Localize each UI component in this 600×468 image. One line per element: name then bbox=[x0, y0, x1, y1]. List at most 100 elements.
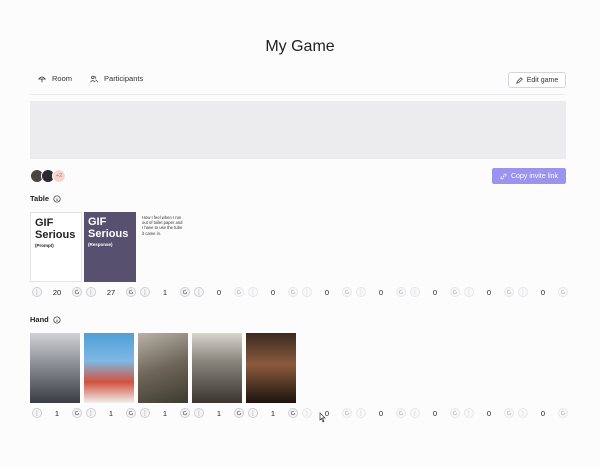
hand-slot-row: ⋮ 1 ⋮ 1 ⋮ 1 ⋮ 1 ⋮ 1 ⋮ 0 ⋮ 0 ⋮ 0 ⋮ 0 ⋮ 0 bbox=[30, 407, 570, 419]
mouse-cursor-icon bbox=[319, 412, 326, 423]
edit-game-button[interactable]: Edit game bbox=[508, 72, 566, 88]
edit-game-label: Edit game bbox=[526, 76, 559, 84]
vote-count: 0 bbox=[270, 287, 276, 297]
copy-invite-link-label: Copy invite link bbox=[510, 172, 559, 180]
refresh-icon[interactable] bbox=[233, 408, 244, 418]
more-menu-button[interactable]: ⋮ bbox=[248, 287, 258, 297]
card-count: 0 bbox=[540, 408, 546, 418]
more-menu-button[interactable]: ⋮ bbox=[140, 287, 150, 297]
card-count: 0 bbox=[432, 408, 438, 418]
hand-slot: ⋮ 0 bbox=[354, 407, 408, 419]
refresh-icon[interactable] bbox=[557, 408, 568, 418]
page-title: My Game bbox=[265, 38, 335, 55]
hand-label: Hand bbox=[30, 315, 49, 324]
refresh-icon[interactable] bbox=[449, 408, 460, 418]
table-slot: ⋮ 0 bbox=[192, 286, 246, 298]
hand-gif-card[interactable] bbox=[138, 333, 188, 403]
refresh-icon[interactable] bbox=[557, 287, 568, 297]
refresh-icon[interactable] bbox=[287, 408, 298, 418]
card-count: 1 bbox=[108, 408, 114, 418]
tab-room-label: Room bbox=[52, 74, 73, 83]
more-menu-button[interactable]: ⋮ bbox=[464, 287, 474, 297]
game-banner bbox=[30, 101, 566, 159]
more-menu-button[interactable]: ⋮ bbox=[356, 287, 366, 297]
hand-gif-card[interactable] bbox=[192, 333, 242, 403]
table-slot: ⋮ 0 bbox=[354, 286, 408, 298]
vote-count: 0 bbox=[216, 287, 222, 297]
pencil-icon bbox=[515, 76, 523, 84]
table-slot: ⋮ 0 bbox=[300, 286, 354, 298]
prompt-card[interactable]: GIF Serious (Prompt) bbox=[30, 212, 82, 282]
copy-invite-link-button[interactable]: Copy invite link bbox=[492, 168, 566, 184]
refresh-icon[interactable] bbox=[449, 287, 460, 297]
tab-participants[interactable]: Participants bbox=[90, 74, 143, 83]
participant-avatars[interactable]: +2 bbox=[30, 169, 66, 183]
refresh-icon[interactable] bbox=[179, 408, 190, 418]
hand-slot: ⋮ 1 bbox=[84, 407, 138, 419]
hand-slot: ⋮ 1 bbox=[138, 407, 192, 419]
refresh-icon[interactable] bbox=[179, 287, 190, 297]
hand-slot: ⋮ 1 bbox=[192, 407, 246, 419]
hand-slot: ⋮ 1 bbox=[30, 407, 84, 419]
refresh-icon[interactable] bbox=[287, 287, 298, 297]
more-menu-button[interactable]: ⋮ bbox=[410, 408, 420, 418]
more-menu-button[interactable]: ⋮ bbox=[302, 287, 312, 297]
text-card[interactable]: How I feel when I run out of toilet pape… bbox=[138, 212, 188, 252]
refresh-icon[interactable] bbox=[395, 408, 406, 418]
refresh-icon[interactable] bbox=[72, 287, 82, 297]
avatar-overflow-count: +2 bbox=[52, 169, 66, 183]
prompt-card-title: GIF Serious bbox=[35, 217, 76, 241]
more-menu-button[interactable]: ⋮ bbox=[410, 287, 420, 297]
more-menu-button[interactable]: ⋮ bbox=[518, 287, 528, 297]
tab-room[interactable]: Room bbox=[38, 74, 72, 83]
more-menu-button[interactable]: ⋮ bbox=[302, 408, 312, 418]
refresh-icon[interactable] bbox=[341, 408, 352, 418]
hand-slot: ⋮ 0 bbox=[300, 407, 354, 419]
info-icon[interactable] bbox=[53, 315, 61, 324]
card-count: 1 bbox=[162, 408, 168, 418]
vote-count: 1 bbox=[162, 287, 168, 297]
info-icon[interactable] bbox=[53, 194, 61, 203]
refresh-icon[interactable] bbox=[503, 287, 514, 297]
card-count: 1 bbox=[54, 408, 60, 418]
more-menu-button[interactable]: ⋮ bbox=[464, 408, 474, 418]
refresh-icon[interactable] bbox=[341, 287, 352, 297]
card-count: 1 bbox=[270, 408, 276, 418]
hand-gif-card[interactable] bbox=[30, 333, 80, 403]
umbrella-icon bbox=[38, 76, 46, 82]
card-count: 0 bbox=[378, 408, 384, 418]
users-icon bbox=[90, 75, 98, 82]
header-divider bbox=[30, 94, 566, 95]
tab-bar: Room Participants bbox=[38, 74, 143, 83]
vote-count: 0 bbox=[324, 287, 330, 297]
refresh-icon[interactable] bbox=[126, 287, 136, 297]
more-menu-button[interactable]: ⋮ bbox=[32, 408, 42, 418]
card-count: 1 bbox=[216, 408, 222, 418]
refresh-icon[interactable] bbox=[71, 408, 82, 418]
refresh-icon[interactable] bbox=[395, 287, 406, 297]
card-count: 0 bbox=[486, 408, 492, 418]
hand-gif-card[interactable] bbox=[246, 333, 296, 403]
response-card[interactable]: GIF Serious (Response) bbox=[84, 212, 136, 282]
more-menu-button[interactable]: ⋮ bbox=[86, 287, 96, 297]
more-menu-button[interactable]: ⋮ bbox=[356, 408, 366, 418]
refresh-icon[interactable] bbox=[233, 287, 244, 297]
hand-gif-card[interactable] bbox=[84, 333, 134, 403]
table-label: Table bbox=[30, 194, 50, 203]
table-slot-row: ⋮ 20 ⋮ 27 ⋮ 1 ⋮ 0 ⋮ 0 ⋮ 0 ⋮ 0 ⋮ 0 ⋮ 0 ⋮ … bbox=[30, 286, 570, 298]
vote-count: 0 bbox=[432, 287, 438, 297]
hand-slot: ⋮ 1 bbox=[246, 407, 300, 419]
more-menu-button[interactable]: ⋮ bbox=[194, 287, 204, 297]
more-menu-button[interactable]: ⋮ bbox=[32, 287, 42, 297]
more-menu-button[interactable]: ⋮ bbox=[86, 408, 96, 418]
refresh-icon[interactable] bbox=[125, 408, 136, 418]
more-menu-button[interactable]: ⋮ bbox=[194, 408, 204, 418]
hand-section-label: Hand bbox=[30, 315, 61, 324]
more-menu-button[interactable]: ⋮ bbox=[140, 408, 150, 418]
more-menu-button[interactable]: ⋮ bbox=[248, 408, 258, 418]
hand-slot: ⋮ 0 bbox=[462, 407, 516, 419]
more-menu-button[interactable]: ⋮ bbox=[518, 408, 528, 418]
link-icon bbox=[500, 173, 507, 179]
refresh-icon[interactable] bbox=[503, 408, 514, 418]
table-slot: ⋮ 0 bbox=[516, 286, 570, 298]
